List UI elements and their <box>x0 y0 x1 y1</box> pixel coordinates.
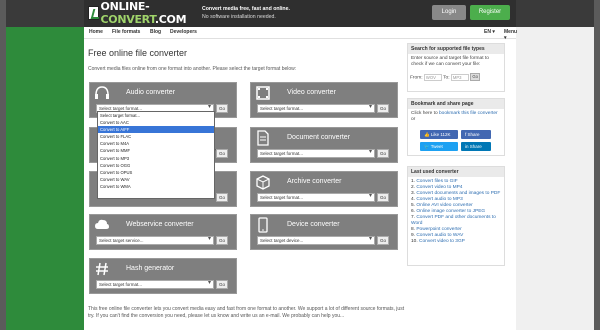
device-go-button[interactable]: Go <box>377 236 389 245</box>
last-used-item[interactable]: 7. Convert PDF and other documents to Wo… <box>411 215 501 227</box>
converter-title: Hash generator <box>126 265 175 272</box>
footer-description: This free online file converter lets you… <box>88 306 405 319</box>
dropdown-option[interactable]: Convert to FLAC <box>98 133 214 140</box>
bookmark-link[interactable]: bookmark this file converter <box>439 111 498 116</box>
last-used-list: 1. Convert files to GIF 2. Convert video … <box>408 177 504 248</box>
format-search-go-button[interactable]: Go <box>470 73 481 81</box>
converter-title: Webservice converter <box>126 221 194 228</box>
from-label: From: <box>410 75 423 81</box>
device-select[interactable]: Select target device... <box>257 236 375 245</box>
last-used-converter-box: Last used converter 1. Convert files to … <box>407 166 505 266</box>
cloud-icon <box>95 219 109 229</box>
tagline-line1: Convert media free, fast and online. <box>202 6 290 12</box>
right-background <box>516 0 594 330</box>
archive-box-icon <box>256 175 270 190</box>
nav-file-formats[interactable]: File formats <box>112 29 140 35</box>
language-selector[interactable]: EN ▾ <box>484 29 495 35</box>
video-format-select[interactable]: Select target format... <box>257 104 375 113</box>
logo-text: ONLINE-CONVERT.COM <box>100 0 187 26</box>
webservice-converter-panel: Webservice converter Select target servi… <box>89 214 237 250</box>
login-button[interactable]: Login <box>432 5 466 20</box>
twitter-icon: 🐦 <box>424 144 430 149</box>
hash-generator-panel: Hash generator Select target format... G… <box>89 258 237 294</box>
dropdown-option[interactable]: Convert to WMA <box>98 183 214 190</box>
dropdown-option[interactable]: Convert to MP3 <box>98 155 214 162</box>
hash-icon <box>96 262 108 276</box>
document-converter-panel: Document converter Select target format.… <box>250 127 398 163</box>
from-format-input[interactable]: WOV <box>423 73 442 81</box>
tagline-line2: No software installation needed. <box>202 14 276 20</box>
film-icon <box>256 86 270 100</box>
converter-title: Video converter <box>287 89 336 96</box>
page-title: Free online file converter <box>88 48 188 58</box>
facebook-share-button[interactable]: f Share <box>461 130 491 139</box>
dropdown-option[interactable]: Select target format... <box>98 112 214 119</box>
last-used-item[interactable]: 10. Convert video to 3GP <box>411 239 501 245</box>
bookmark-text: Click here to bookmark this file convert… <box>411 111 498 122</box>
document-go-button[interactable]: Go <box>377 149 389 158</box>
video-converter-panel: Video converter Select target format... … <box>250 82 398 118</box>
image-go-button[interactable]: Go <box>216 149 228 158</box>
facebook-like-button[interactable]: 👍 Like 112K <box>420 130 458 139</box>
register-button[interactable]: Register <box>470 5 510 20</box>
audio-format-dropdown[interactable]: Select target format... Convert to AAC Con… <box>97 111 215 199</box>
to-format-input[interactable]: MP3 <box>450 73 469 81</box>
hash-go-button[interactable]: Go <box>216 280 228 289</box>
format-search-row: From: WOV To: MP3 Go <box>410 73 481 81</box>
tagline: Convert media free, fast and online. No … <box>202 5 290 21</box>
thumbs-up-icon: 👍 <box>424 132 430 137</box>
hash-format-select[interactable]: Select target format... <box>96 280 214 289</box>
dropdown-option[interactable]: Convert to AIFF <box>98 126 214 134</box>
last-used-heading: Last used converter <box>408 167 504 177</box>
ebook-go-button[interactable]: Go <box>216 193 228 202</box>
bookmark-box-heading: Bookmark and share page <box>408 99 504 109</box>
converter-title: Document converter <box>287 134 351 141</box>
converter-title: Device converter <box>287 221 340 228</box>
webservice-go-button[interactable]: Go <box>216 236 228 245</box>
menu-button[interactable]: Menu ▾ <box>504 29 517 41</box>
nav-home[interactable]: Home <box>89 29 103 35</box>
document-icon <box>257 130 269 146</box>
dropdown-option[interactable]: Convert to OPUS <box>98 169 214 176</box>
search-file-types-box: Search for supported file types Enter so… <box>407 43 505 92</box>
intro-text: Convert media files online from one form… <box>88 66 297 72</box>
linkedin-share-button[interactable]: in Share <box>461 142 491 151</box>
dropdown-option[interactable]: Convert to WAV <box>98 176 214 183</box>
converter-title: Audio converter <box>126 89 176 96</box>
search-box-text: Enter source and target file format to c… <box>411 56 489 67</box>
dropdown-option[interactable]: Convert to MMF <box>98 147 214 154</box>
linkedin-icon: in <box>465 144 469 149</box>
archive-format-select[interactable]: Select target format... <box>257 193 375 202</box>
audio-go-button[interactable]: Go <box>216 104 228 113</box>
converter-title: Archive converter <box>287 178 342 185</box>
tweet-button[interactable]: 🐦 Tweet <box>420 142 458 151</box>
device-converter-panel: Device converter Select target device...… <box>250 214 398 250</box>
document-format-select[interactable]: Select target format... <box>257 149 375 158</box>
left-background <box>6 0 84 330</box>
dropdown-option[interactable]: Convert to AAC <box>98 119 214 126</box>
main-nav: Home File formats Blog Developers EN ▾ M… <box>84 27 517 41</box>
site-logo[interactable]: ONLINE-CONVERT.COM <box>88 0 196 26</box>
phone-icon <box>258 217 268 233</box>
facebook-icon: f <box>465 132 467 137</box>
video-go-button[interactable]: Go <box>377 104 389 113</box>
dropdown-option[interactable]: Convert to M4A <box>98 140 214 147</box>
to-label: To: <box>443 75 450 81</box>
webservice-select[interactable]: Select target service... <box>96 236 214 245</box>
logo-mark-icon <box>88 6 99 20</box>
dropdown-option[interactable]: Convert to OGG <box>98 162 214 169</box>
search-box-heading: Search for supported file types <box>408 44 504 54</box>
nav-developers[interactable]: Developers <box>170 29 197 35</box>
headphones-icon <box>95 86 109 99</box>
archive-converter-panel: Archive converter Select target format..… <box>250 171 398 207</box>
archive-go-button[interactable]: Go <box>377 193 389 202</box>
nav-blog[interactable]: Blog <box>150 29 161 35</box>
